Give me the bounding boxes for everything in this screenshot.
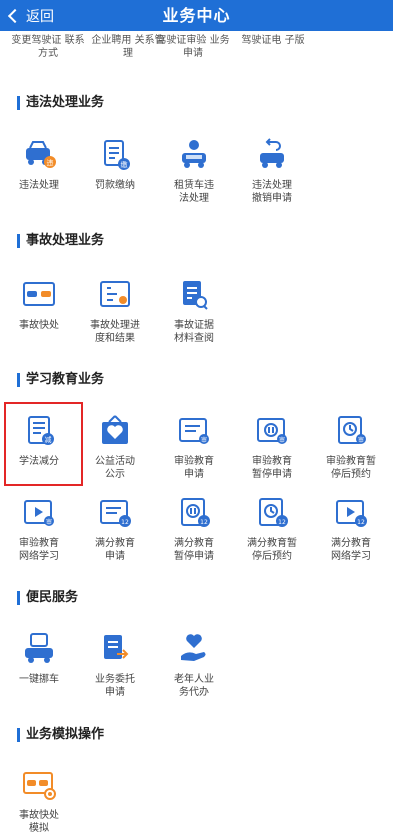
item-violation-revoke[interactable]: 违法处理 撤销申请: [233, 138, 311, 205]
partial-item-row: 变更驾驶证 联系方式 企业聘用 关系管理 驾驶证审验 业务申请 驾驶证电 子版: [0, 34, 393, 66]
page-title: 业务中心: [162, 6, 231, 25]
accident-sim-icon: [21, 768, 57, 802]
section-title-convenience: 便民服务: [17, 590, 78, 606]
car-violation-icon: 违: [21, 138, 57, 172]
review-apply-icon: 审: [176, 414, 212, 448]
item-label: 一键挪车: [19, 674, 59, 685]
video-play-icon: 审: [21, 496, 57, 530]
item-full-score-apply[interactable]: 12 满分教育 申请: [76, 496, 154, 563]
item-full-score-pause[interactable]: 12 满分教育 暂停申请: [155, 496, 233, 563]
item-label: 罚款缴纳: [95, 180, 135, 191]
partial-item-license-review[interactable]: 驾驶证审验 业务申请: [155, 34, 231, 60]
item-label: 满分教育 暂停申请: [174, 538, 214, 562]
item-label: 违法处理 撤销申请: [252, 180, 292, 204]
section-title-accident: 事故处理业务: [17, 233, 104, 249]
item-label: 满分教育 申请: [95, 538, 135, 562]
item-accident-simulation[interactable]: 事故快处 模拟: [0, 768, 78, 832]
item-label: 违法处理: [19, 180, 59, 191]
svg-text:审: 审: [358, 436, 364, 444]
partial-item-change-contact[interactable]: 变更驾驶证 联系方式: [10, 34, 86, 60]
item-business-delegate[interactable]: 业务委托 申请: [76, 632, 154, 699]
item-violation-handle[interactable]: 违 违法处理: [0, 138, 78, 192]
item-accident-progress[interactable]: 事故处理进 度和结果: [76, 278, 154, 345]
clock-booking-icon: 审: [333, 414, 369, 448]
move-car-icon: [21, 632, 57, 666]
item-review-edu-pause[interactable]: 审 审验教育 暂停申请: [233, 414, 311, 481]
svg-text:审: 审: [201, 436, 207, 444]
item-elderly-proxy[interactable]: 老年人业 务代办: [155, 632, 233, 699]
item-rental-violation[interactable]: 租赁车违 法处理: [155, 138, 233, 205]
item-label: 业务委托 申请: [95, 674, 135, 698]
item-label: 老年人业 务代办: [174, 674, 214, 698]
item-accident-quick[interactable]: 事故快处: [0, 278, 78, 332]
svg-text:12: 12: [278, 519, 286, 526]
item-label: 事故处理进 度和结果: [90, 320, 140, 344]
item-full-score-online[interactable]: 12 满分教育 网络学习: [312, 496, 390, 563]
item-label: 审验教育暂 停后预约: [326, 456, 376, 480]
document-fine-icon: 缴: [97, 138, 133, 172]
progress-icon: [97, 278, 133, 312]
svg-text:违: 违: [47, 159, 54, 167]
car-revoke-icon: [254, 138, 290, 172]
item-label: 满分教育暂 停后预约: [247, 538, 297, 562]
full-score-apply-icon: 12: [97, 496, 133, 530]
svg-text:12: 12: [357, 519, 365, 526]
item-label: 学法减分: [19, 456, 59, 467]
svg-text:缴: 缴: [121, 160, 128, 169]
item-public-activity[interactable]: 公益活动 公示: [76, 414, 154, 481]
notebook-icon: 减: [21, 414, 57, 448]
section-title-simulation: 业务模拟操作: [17, 727, 104, 743]
item-review-edu-online[interactable]: 审 审验教育 网络学习: [0, 496, 78, 563]
svg-text:12: 12: [200, 519, 208, 526]
svg-text:审: 审: [46, 518, 52, 526]
item-review-edu-booking[interactable]: 审 审验教育暂 停后预约: [312, 414, 390, 481]
delegate-doc-icon: [97, 632, 133, 666]
evidence-search-icon: [176, 278, 212, 312]
full-score-video-icon: 12: [333, 496, 369, 530]
item-move-car[interactable]: 一键挪车: [0, 632, 78, 686]
section-title-violation: 违法处理业务: [17, 95, 104, 111]
item-full-score-booking[interactable]: 12 满分教育暂 停后预约: [233, 496, 311, 563]
full-score-pause-icon: 12: [176, 496, 212, 530]
full-score-clock-icon: 12: [254, 496, 290, 530]
accident-cars-icon: [21, 278, 57, 312]
rental-car-icon: [176, 138, 212, 172]
item-label: 审验教育 网络学习: [19, 538, 59, 562]
svg-text:审: 审: [279, 436, 285, 444]
item-fine-payment[interactable]: 缴 罚款缴纳: [76, 138, 154, 192]
section-title-education: 学习教育业务: [17, 372, 104, 388]
item-review-edu-apply[interactable]: 审 审验教育 申请: [155, 414, 233, 481]
item-label: 审验教育 暂停申请: [252, 456, 292, 480]
item-evidence-view[interactable]: 事故证据 材料查阅: [155, 278, 233, 345]
svg-text:12: 12: [121, 519, 129, 526]
heart-board-icon: [97, 414, 133, 448]
svg-text:减: 减: [45, 435, 52, 444]
item-label: 租赁车违 法处理: [174, 180, 214, 204]
item-label: 事故快处: [19, 320, 59, 331]
item-label: 公益活动 公示: [95, 456, 135, 480]
item-label: 事故快处 模拟: [19, 810, 59, 832]
app-header: 返回 业务中心: [0, 0, 393, 31]
item-label: 审验教育 申请: [174, 456, 214, 480]
item-study-reduce-points[interactable]: 减 学法减分: [0, 414, 78, 468]
hand-heart-icon: [176, 632, 212, 666]
partial-item-e-license[interactable]: 驾驶证电 子版: [235, 34, 311, 47]
item-label: 事故证据 材料查阅: [174, 320, 214, 344]
pause-icon: 审: [254, 414, 290, 448]
item-label: 满分教育 网络学习: [331, 538, 371, 562]
